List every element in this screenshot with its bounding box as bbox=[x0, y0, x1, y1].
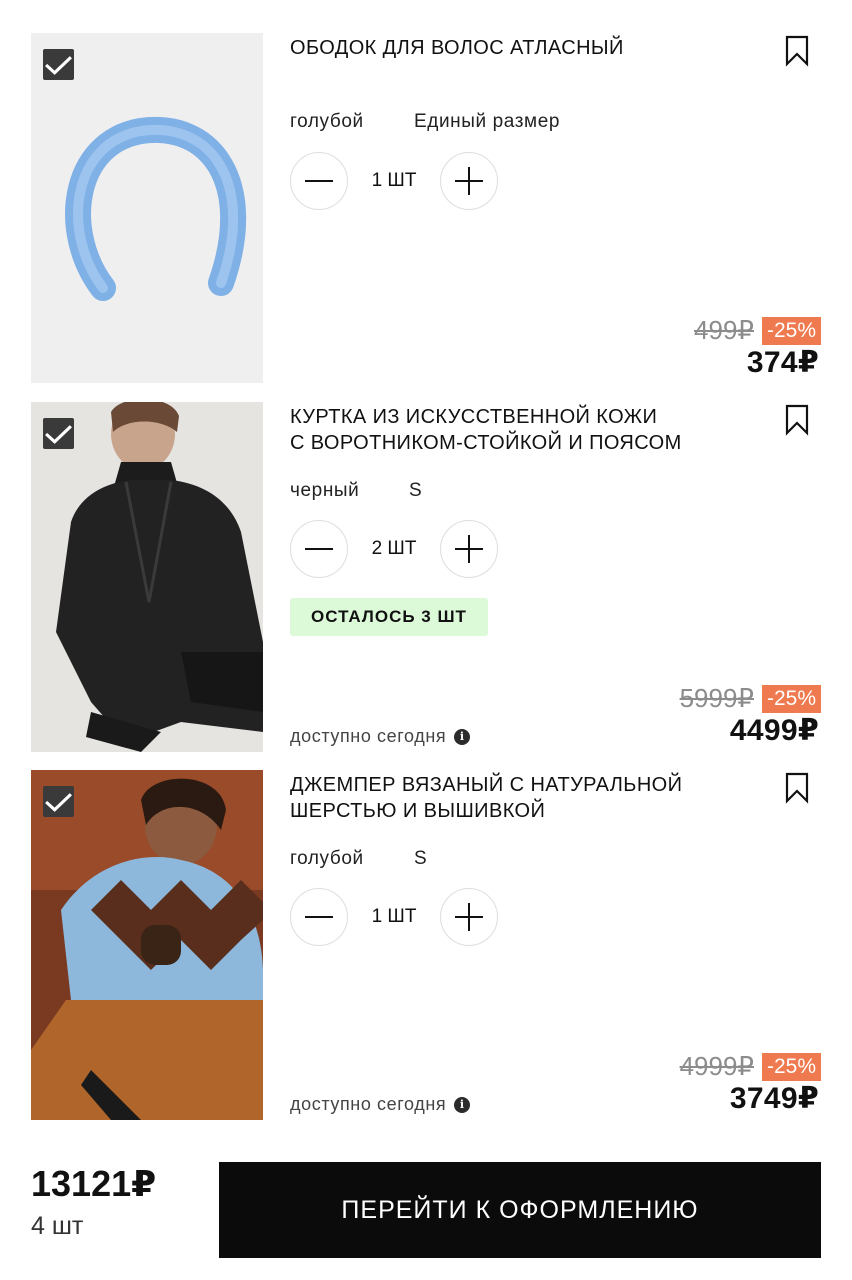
discount-badge: -25% bbox=[761, 1052, 821, 1081]
quantity-stepper: 2 ШТ bbox=[290, 520, 500, 580]
product-size: Единый размер bbox=[414, 111, 561, 132]
product-size: S bbox=[409, 480, 423, 501]
minus-icon bbox=[305, 548, 333, 550]
decrease-quantity-button[interactable] bbox=[290, 152, 348, 210]
cart-total: 13121₽ bbox=[31, 1163, 157, 1204]
old-price-row: 499₽ -25% bbox=[694, 315, 821, 346]
select-checkbox[interactable] bbox=[43, 418, 74, 449]
current-price: 3749₽ bbox=[729, 1082, 819, 1115]
product-color: голубой bbox=[290, 111, 364, 132]
cart-item-jacket: КУРТКА ИЗ ИСКУССТВЕННОЙ КОЖИ С ВОРОТНИКО… bbox=[0, 402, 852, 752]
product-title-line-2: С ВОРОТНИКОМ-СТОЙКОЙ И ПОЯСОМ bbox=[290, 432, 682, 454]
increase-quantity-button[interactable] bbox=[440, 888, 498, 946]
decrease-quantity-button[interactable] bbox=[290, 888, 348, 946]
info-icon[interactable]: i bbox=[454, 728, 471, 745]
product-image-headband[interactable] bbox=[31, 33, 263, 383]
select-checkbox[interactable] bbox=[43, 786, 74, 817]
quantity-value: 1 ШТ bbox=[371, 170, 417, 191]
product-title[interactable]: КУРТКА ИЗ ИСКУССТВЕННОЙ КОЖИ С ВОРОТНИКО… bbox=[290, 404, 750, 456]
old-price-row: 4999₽ -25% bbox=[680, 1051, 821, 1082]
old-price: 499₽ bbox=[694, 315, 754, 345]
product-attributes: черный S bbox=[290, 480, 422, 502]
availability-text: доступно сегодня bbox=[290, 726, 447, 746]
product-attributes: голубой S bbox=[290, 848, 427, 870]
cart-item-sweater: ДЖЕМПЕР ВЯЗАНЫЙ С НАТУРАЛЬНОЙ ШЕРСТЬЮ И … bbox=[0, 770, 852, 1120]
product-size: S bbox=[414, 848, 428, 869]
stock-left-badge: ОСТАЛОСЬ 3 ШТ bbox=[290, 598, 488, 636]
cart-item-headband: ОБОДОК ДЛЯ ВОЛОС АТЛАСНЫЙ голубой Единый… bbox=[0, 33, 852, 383]
old-price: 4999₽ bbox=[679, 1051, 754, 1081]
quantity-value: 1 ШТ bbox=[371, 906, 417, 927]
bookmark-icon[interactable] bbox=[784, 772, 810, 804]
bookmark-icon[interactable] bbox=[784, 35, 810, 67]
quantity-stepper: 1 ШТ bbox=[290, 888, 500, 948]
minus-icon bbox=[305, 916, 333, 918]
check-icon bbox=[45, 424, 72, 444]
product-title-line-1: КУРТКА ИЗ ИСКУССТВЕННОЙ КОЖИ bbox=[290, 406, 658, 428]
bookmark-icon[interactable] bbox=[784, 404, 810, 436]
availability-text: доступно сегодня bbox=[290, 1094, 447, 1114]
minus-icon bbox=[305, 180, 333, 182]
cart-item-count: 4 шт bbox=[31, 1212, 84, 1240]
increase-quantity-button[interactable] bbox=[440, 152, 498, 210]
checkout-button[interactable]: ПЕРЕЙТИ К ОФОРМЛЕНИЮ bbox=[219, 1162, 821, 1258]
plus-icon bbox=[455, 167, 483, 195]
availability: доступно сегодня i bbox=[290, 1094, 471, 1115]
product-image-sweater[interactable] bbox=[31, 770, 263, 1120]
quantity-stepper: 1 ШТ bbox=[290, 152, 500, 212]
discount-badge: -25% bbox=[761, 684, 821, 713]
old-price: 5999₽ bbox=[679, 683, 754, 713]
check-icon bbox=[45, 792, 72, 812]
discount-badge: -25% bbox=[761, 316, 821, 345]
current-price: 374₽ bbox=[746, 346, 819, 379]
product-title-line-2: ШЕРСТЬЮ И ВЫШИВКОЙ bbox=[290, 800, 546, 822]
product-title[interactable]: ОБОДОК ДЛЯ ВОЛОС АТЛАСНЫЙ bbox=[290, 35, 750, 61]
quantity-value: 2 ШТ bbox=[371, 538, 417, 559]
increase-quantity-button[interactable] bbox=[440, 520, 498, 578]
product-color: черный bbox=[290, 480, 360, 501]
product-image-jacket[interactable] bbox=[31, 402, 263, 752]
product-color: голубой bbox=[290, 848, 364, 869]
product-attributes: голубой Единый размер bbox=[290, 111, 560, 133]
product-title-line-1: ДЖЕМПЕР ВЯЗАНЫЙ С НАТУРАЛЬНОЙ bbox=[290, 774, 683, 796]
select-checkbox[interactable] bbox=[43, 49, 74, 80]
availability: доступно сегодня i bbox=[290, 726, 471, 747]
plus-icon bbox=[455, 535, 483, 563]
plus-icon bbox=[455, 903, 483, 931]
product-title[interactable]: ДЖЕМПЕР ВЯЗАНЫЙ С НАТУРАЛЬНОЙ ШЕРСТЬЮ И … bbox=[290, 772, 750, 824]
info-icon[interactable]: i bbox=[454, 1096, 471, 1113]
decrease-quantity-button[interactable] bbox=[290, 520, 348, 578]
old-price-row: 5999₽ -25% bbox=[680, 683, 821, 714]
check-icon bbox=[45, 55, 72, 75]
current-price: 4499₽ bbox=[729, 714, 819, 747]
